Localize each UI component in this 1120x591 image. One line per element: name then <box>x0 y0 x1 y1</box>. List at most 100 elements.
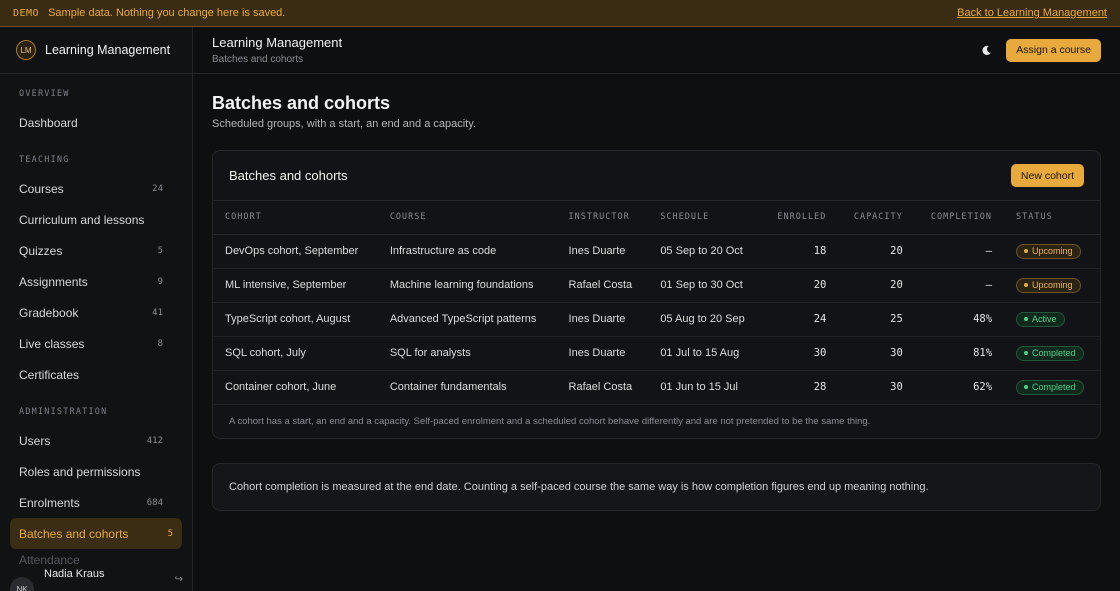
cell-course: Advanced TypeScript patterns <box>377 302 557 337</box>
cell-completion: — <box>914 268 1005 303</box>
logout-icon[interactable]: ↪ <box>175 574 183 585</box>
sidebar-item-batches-and-cohorts[interactable]: Batches and cohorts 5 <box>10 518 182 549</box>
assign-course-button[interactable]: Assign a course <box>1006 38 1101 62</box>
cell-enrolled: 20 <box>761 268 839 303</box>
brand-logo: LM <box>16 40 36 60</box>
sidebar-item-label: Certificates <box>19 367 80 382</box>
avatar: NK <box>10 577 34 591</box>
sidebar-item-certificates[interactable]: Certificates <box>0 359 182 390</box>
moon-icon[interactable] <box>974 38 998 62</box>
sidebar-item-count: 24 <box>152 183 163 194</box>
new-cohort-button[interactable]: New cohort <box>1010 164 1084 187</box>
sidebar-item-label: Enrolments <box>19 495 80 510</box>
page-title: Batches and cohorts <box>212 93 391 113</box>
sidebar-item-enrolments[interactable]: Enrolments 684 <box>0 487 182 518</box>
table-row[interactable]: Container cohort, June Container fundamen… <box>213 370 1100 405</box>
demo-tag: DEMO <box>13 7 40 19</box>
table-body: DevOps cohort, September Infrastructure a… <box>213 234 1100 405</box>
cell-instructor: Ines Duarte <box>556 336 649 371</box>
sidebar-item-users[interactable]: Users 412 <box>0 425 182 456</box>
cell-enrolled: 18 <box>761 234 839 269</box>
cell-capacity: 20 <box>838 234 915 269</box>
status-badge: Active <box>1016 311 1065 327</box>
user-profile[interactable]: NK Nadia Kraus ↪ <box>0 567 192 591</box>
sidebar-item-label: Dashboard <box>19 115 78 130</box>
cell-schedule: 05 Aug to 20 Sep <box>648 302 762 337</box>
cell-course: Container fundamentals <box>377 370 557 405</box>
nav-section-group: ADMINISTRATION Users 412 Roles and permissi… <box>0 390 192 565</box>
cell-enrolled: 24 <box>761 302 839 337</box>
status-label: Active <box>1032 314 1057 324</box>
cell-status: Completed <box>1004 336 1100 371</box>
sidebar-item-label: Batches and cohorts <box>19 526 129 541</box>
sidebar-item-live-classes[interactable]: Live classes 8 <box>0 328 182 359</box>
sidebar-nav: OVERVIEW Dashboard TEACHING Courses 24 Curric… <box>0 74 192 565</box>
cell-completion: 48% <box>914 302 1005 337</box>
sidebar-item-roles-and-permissions[interactable]: Roles and permissions <box>0 456 182 487</box>
cell-schedule: 01 Jun to 15 Jul <box>648 370 762 405</box>
user-name: Nadia Kraus <box>44 568 105 580</box>
breadcrumb: Batches and cohorts <box>212 54 304 65</box>
sidebar-item-label: Courses <box>19 181 64 196</box>
sidebar-item-attendance[interactable]: Attendance <box>0 549 182 565</box>
column-header-completion: COMPLETION <box>914 201 1005 235</box>
cell-instructor: Rafael Costa <box>556 370 649 405</box>
cell-capacity: 25 <box>838 302 915 337</box>
sidebar-item-label: Gradebook <box>19 305 79 320</box>
back-link[interactable]: Back to Learning Management <box>957 7 1107 19</box>
sidebar-item-quizzes[interactable]: Quizzes 5 <box>0 235 182 266</box>
topbar: Learning Management Batches and cohorts … <box>193 27 1120 74</box>
cell-completion: 62% <box>914 370 1005 405</box>
status-dot-icon <box>1024 317 1029 321</box>
cohorts-table: COHORT COURSE INSTRUCTOR SCHEDULE ENROLLED CA… <box>213 201 1100 405</box>
nav-section-label: ADMINISTRATION <box>19 407 108 417</box>
cell-capacity: 30 <box>838 370 915 405</box>
cell-instructor: Ines Duarte <box>556 234 649 269</box>
card-header: Batches and cohorts New cohort <box>213 151 1100 201</box>
sidebar-item-label: Assignments <box>19 274 88 289</box>
column-header-enrolled: ENROLLED <box>761 201 839 235</box>
sidebar-item-dashboard[interactable]: Dashboard <box>0 107 182 138</box>
sidebar-item-label: Curriculum and lessons <box>19 212 145 227</box>
cell-status: Active <box>1004 302 1100 337</box>
table-row[interactable]: TypeScript cohort, August Advanced TypeSc… <box>213 302 1100 337</box>
table-row[interactable]: ML intensive, September Machine learning … <box>213 268 1100 303</box>
status-label: Upcoming <box>1032 280 1073 290</box>
cell-enrolled: 30 <box>761 336 839 371</box>
status-badge: Completed <box>1016 379 1084 395</box>
sidebar-item-count: 5 <box>157 245 163 256</box>
status-dot-icon <box>1024 351 1029 355</box>
sidebar-item-count: 684 <box>146 497 163 508</box>
status-badge: Upcoming <box>1016 277 1081 293</box>
table-header-row: COHORT COURSE INSTRUCTOR SCHEDULE ENROLLED CA… <box>213 201 1100 235</box>
sidebar-item-label: Live classes <box>19 336 85 351</box>
sidebar-item-assignments[interactable]: Assignments 9 <box>0 266 182 297</box>
cell-capacity: 20 <box>838 268 915 303</box>
brand[interactable]: LM Learning Management <box>0 27 192 74</box>
table-row[interactable]: SQL cohort, July SQL for analysts Ines Dua… <box>213 336 1100 371</box>
cell-cohort: TypeScript cohort, August <box>213 302 378 337</box>
column-header-instructor: INSTRUCTOR <box>556 201 649 235</box>
sidebar-item-label: Quizzes <box>19 243 63 258</box>
cell-status: Completed <box>1004 370 1100 405</box>
nav-section-group: TEACHING Courses 24 Curriculum and lessons Q… <box>0 138 192 390</box>
column-header-course: COURSE <box>377 201 557 235</box>
cell-schedule: 05 Sep to 20 Oct <box>648 234 762 269</box>
sidebar-item-courses[interactable]: Courses 24 <box>0 173 182 204</box>
sidebar-item-count: 9 <box>157 276 163 287</box>
info-note: Cohort completion is measured at the end… <box>212 462 1101 511</box>
status-label: Upcoming <box>1032 246 1073 256</box>
cell-cohort: ML intensive, September <box>213 268 378 303</box>
cell-completion: — <box>914 234 1005 269</box>
cell-course: Infrastructure as code <box>377 234 557 269</box>
nav-section-label: OVERVIEW <box>19 89 70 99</box>
cell-cohort: SQL cohort, July <box>213 336 378 371</box>
column-header-cohort: COHORT <box>213 201 378 235</box>
demo-text: Sample data. Nothing you change here is … <box>48 7 286 19</box>
table-row[interactable]: DevOps cohort, September Infrastructure a… <box>213 234 1100 269</box>
cell-status: Upcoming <box>1004 234 1100 269</box>
column-header-capacity: CAPACITY <box>838 201 915 235</box>
sidebar-item-label: Attendance <box>19 553 80 565</box>
sidebar-item-gradebook[interactable]: Gradebook 41 <box>0 297 182 328</box>
sidebar-item-curriculum-and-lessons[interactable]: Curriculum and lessons <box>0 204 182 235</box>
